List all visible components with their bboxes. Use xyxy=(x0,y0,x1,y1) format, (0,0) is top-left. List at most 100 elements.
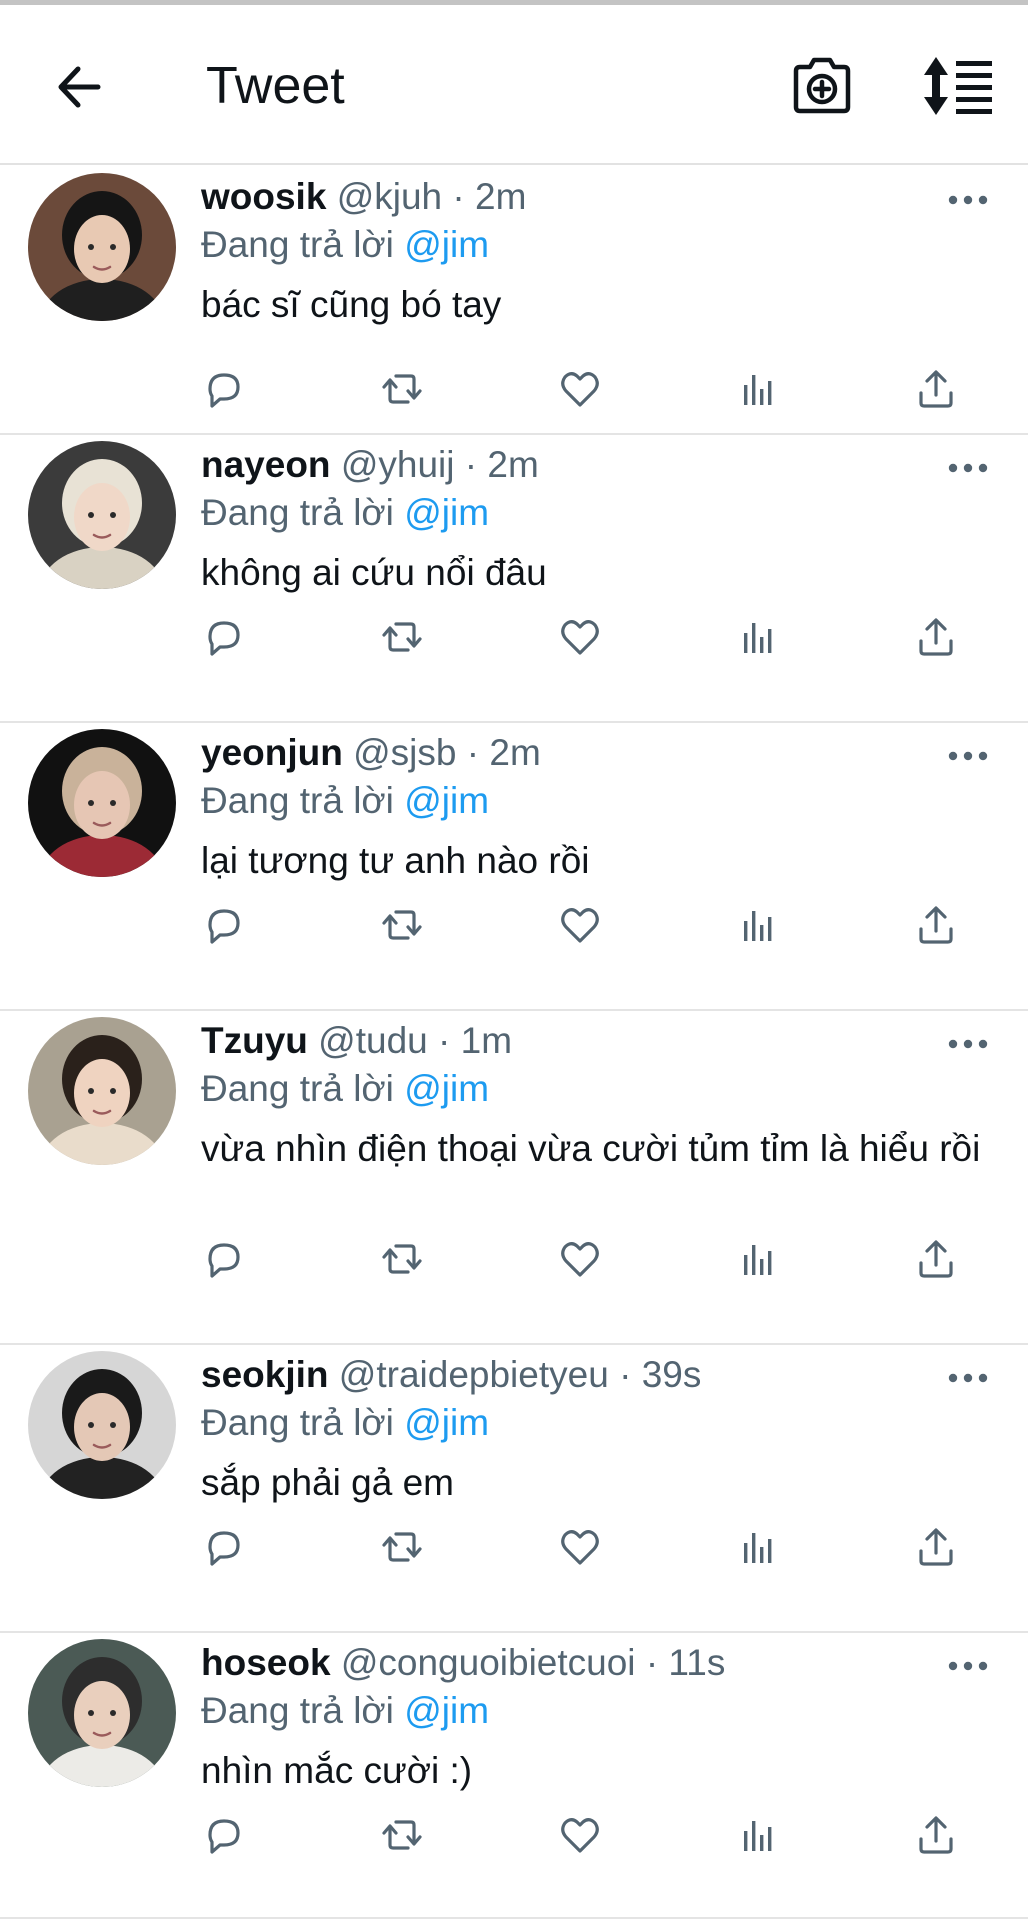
avatar[interactable] xyxy=(28,173,176,321)
views-button[interactable] xyxy=(734,613,782,661)
share-button[interactable] xyxy=(912,1523,960,1571)
share-button[interactable] xyxy=(912,901,960,949)
reply-button[interactable] xyxy=(200,1235,248,1283)
page-title: Tweet xyxy=(206,57,345,115)
retweet-button[interactable] xyxy=(378,1811,426,1859)
avatar[interactable] xyxy=(28,1639,176,1787)
tweet-header: nayeon @yhuij · 2m xyxy=(201,443,539,487)
reply-button[interactable] xyxy=(200,1811,248,1859)
views-button[interactable] xyxy=(734,901,782,949)
sort-button[interactable] xyxy=(922,55,994,117)
reply-button[interactable] xyxy=(200,1523,248,1571)
views-button[interactable] xyxy=(734,365,782,413)
reply-prefix: Đang trả lời xyxy=(201,780,394,821)
tweet-actions xyxy=(0,613,1028,663)
retweet-button[interactable] xyxy=(378,1235,426,1283)
replying-to: Đang trả lời @jim xyxy=(201,1689,489,1733)
like-button[interactable] xyxy=(556,365,604,413)
tweet-header: hoseok @conguoibietcuoi · 11s xyxy=(201,1641,725,1685)
views-button[interactable] xyxy=(734,1235,782,1283)
separator-dot: · xyxy=(438,1020,451,1061)
more-horizontal-icon xyxy=(948,1039,988,1049)
retweet-button[interactable] xyxy=(378,613,426,661)
user-handle: @sjsb xyxy=(353,732,457,773)
like-button[interactable] xyxy=(556,1811,604,1859)
retweet-icon xyxy=(382,1532,422,1562)
retweet-button[interactable] xyxy=(378,365,426,413)
reply-prefix: Đang trả lời xyxy=(201,1690,394,1731)
share-button[interactable] xyxy=(912,1235,960,1283)
replying-to: Đang trả lời @jim xyxy=(201,1067,489,1111)
reply-button[interactable] xyxy=(200,365,248,413)
share-icon xyxy=(919,370,953,408)
tweet-item[interactable]: woosik @kjuh · 2m Đang trả lời @jim bác sĩ… xyxy=(0,167,1028,435)
replying-to: Đang trả lời @jim xyxy=(201,779,489,823)
tweet-header: Tzuyu @tudu · 1m xyxy=(201,1019,512,1063)
share-button[interactable] xyxy=(912,613,960,661)
mention-link[interactable]: @jim xyxy=(404,780,489,821)
display-name[interactable]: nayeon xyxy=(201,444,331,485)
mention-link[interactable]: @jim xyxy=(404,224,489,265)
mention-link[interactable]: @jim xyxy=(404,1402,489,1443)
share-icon xyxy=(919,1816,953,1854)
reply-icon xyxy=(208,373,240,408)
mention-link[interactable]: @jim xyxy=(404,1068,489,1109)
reply-button[interactable] xyxy=(200,901,248,949)
mention-link[interactable]: @jim xyxy=(404,492,489,533)
views-button[interactable] xyxy=(734,1523,782,1571)
display-name[interactable]: hoseok xyxy=(201,1642,331,1683)
more-horizontal-icon xyxy=(948,1661,988,1671)
more-options-button[interactable] xyxy=(948,1371,988,1383)
like-icon xyxy=(561,1530,599,1565)
views-icon xyxy=(744,911,772,941)
more-options-button[interactable] xyxy=(948,1037,988,1049)
tweet-text: bác sĩ cũng bó tay xyxy=(201,284,502,325)
avatar[interactable] xyxy=(28,1351,176,1499)
retweet-icon xyxy=(382,1244,422,1274)
reply-icon xyxy=(208,1243,240,1278)
more-options-button[interactable] xyxy=(948,749,988,761)
camera-button[interactable] xyxy=(790,53,854,117)
tweet-item[interactable]: hoseok @conguoibietcuoi · 11s Đang trả lờ… xyxy=(0,1633,1028,1919)
like-button[interactable] xyxy=(556,1235,604,1283)
display-name[interactable]: woosik xyxy=(201,176,326,217)
display-name[interactable]: Tzuyu xyxy=(201,1020,308,1061)
tweet-item[interactable]: seokjin @traidepbietyeu · 39s Đang trả lờ… xyxy=(0,1345,1028,1633)
like-icon xyxy=(561,620,599,655)
camera-add-icon xyxy=(793,57,851,114)
more-options-button[interactable] xyxy=(948,1659,988,1671)
like-icon xyxy=(561,908,599,943)
timestamp: 2m xyxy=(487,444,539,485)
share-button[interactable] xyxy=(912,1811,960,1859)
more-options-button[interactable] xyxy=(948,193,988,205)
more-horizontal-icon xyxy=(948,195,988,205)
more-horizontal-icon xyxy=(948,1373,988,1383)
display-name[interactable]: yeonjun xyxy=(201,732,343,773)
avatar[interactable] xyxy=(28,729,176,877)
tweet-item[interactable]: nayeon @yhuij · 2m Đang trả lời @jim không… xyxy=(0,435,1028,723)
timestamp: 39s xyxy=(641,1354,702,1395)
retweet-button[interactable] xyxy=(378,1523,426,1571)
more-options-button[interactable] xyxy=(948,461,988,473)
retweet-button[interactable] xyxy=(378,901,426,949)
tweet-item[interactable]: yeonjun @sjsb · 2m Đang trả lời @jim lại t… xyxy=(0,723,1028,1011)
tweet-item[interactable]: Tzuyu @tudu · 1m Đang trả lời @jim vừa nhì… xyxy=(0,1011,1028,1345)
reply-button[interactable] xyxy=(200,613,248,661)
tweet-actions xyxy=(0,1523,1028,1573)
share-button[interactable] xyxy=(912,365,960,413)
views-button[interactable] xyxy=(734,1811,782,1859)
tweet-header: yeonjun @sjsb · 2m xyxy=(201,731,541,775)
like-button[interactable] xyxy=(556,613,604,661)
user-handle: @tudu xyxy=(318,1020,428,1061)
reply-prefix: Đang trả lời xyxy=(201,492,394,533)
avatar[interactable] xyxy=(28,1017,176,1165)
tweet-actions xyxy=(0,901,1028,951)
mention-link[interactable]: @jim xyxy=(404,1690,489,1731)
reply-prefix: Đang trả lời xyxy=(201,1068,394,1109)
like-button[interactable] xyxy=(556,1523,604,1571)
avatar[interactable] xyxy=(28,441,176,589)
tweet-header: woosik @kjuh · 2m xyxy=(201,175,526,219)
back-button[interactable] xyxy=(52,59,108,115)
display-name[interactable]: seokjin xyxy=(201,1354,329,1395)
like-button[interactable] xyxy=(556,901,604,949)
